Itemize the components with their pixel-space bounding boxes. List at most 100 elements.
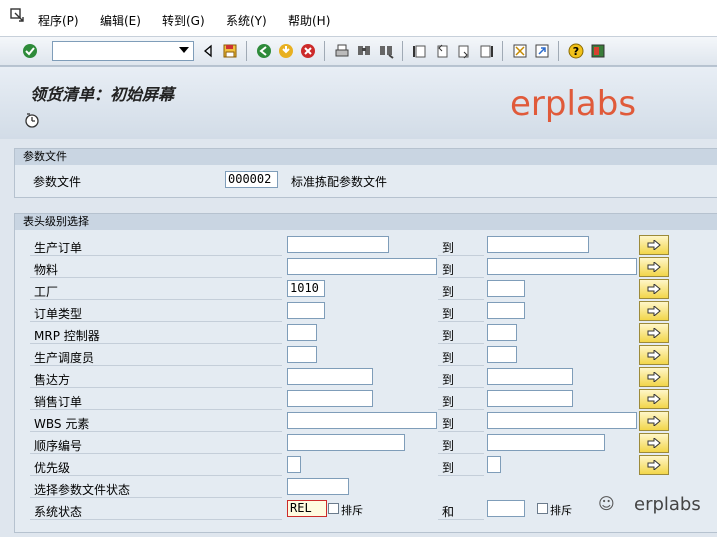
exclude-checkbox[interactable] — [328, 503, 339, 514]
to-input[interactable] — [487, 412, 637, 429]
field-label: 工厂 — [34, 285, 59, 299]
multiple-selection-button[interactable] — [639, 367, 669, 387]
multiple-selection-button[interactable] — [639, 257, 669, 277]
menu-bar: 程序(P) 编辑(E) 转到(G) 系统(Y) 帮助(H) — [0, 0, 717, 36]
enter-check-icon[interactable] — [20, 41, 40, 61]
field-label: 选择参数文件状态 — [34, 483, 131, 497]
multiple-selection-button[interactable] — [639, 455, 669, 475]
row-underline — [30, 387, 282, 388]
field-label: 物料 — [34, 263, 59, 277]
from-input[interactable] — [287, 412, 437, 429]
arrow-right-icon — [647, 306, 661, 316]
execute-icon[interactable] — [24, 112, 40, 131]
help-icon[interactable]: ? — [566, 41, 586, 61]
multiple-selection-button[interactable] — [639, 433, 669, 453]
row-underline — [30, 255, 282, 256]
standard-toolbar: ? — [0, 36, 717, 66]
to-input[interactable] — [487, 434, 605, 451]
from-input[interactable] — [287, 434, 405, 451]
from-input[interactable] — [287, 236, 389, 253]
next-page-icon[interactable] — [454, 41, 474, 61]
multiple-selection-button[interactable] — [639, 279, 669, 299]
back-arrow-icon[interactable] — [198, 41, 218, 61]
menu-goto[interactable]: 转到(G) — [162, 12, 205, 29]
to-input[interactable] — [487, 500, 525, 517]
toolbar-separator — [502, 41, 503, 61]
row-underline — [438, 365, 484, 366]
find-icon[interactable] — [354, 41, 374, 61]
from-input[interactable] — [287, 478, 349, 495]
menu-edit[interactable]: 编辑(E) — [100, 12, 141, 29]
field-label: 售达方 — [34, 373, 71, 387]
row-underline — [438, 387, 484, 388]
to-label: 到 — [442, 373, 455, 387]
field-label: 优先级 — [34, 461, 71, 475]
from-input[interactable] — [287, 368, 373, 385]
to-label: 到 — [442, 395, 455, 409]
to-input[interactable] — [487, 280, 525, 297]
to-input[interactable] — [487, 258, 637, 275]
field-label: 销售订单 — [34, 395, 83, 409]
multiple-selection-button[interactable] — [639, 411, 669, 431]
arrow-right-icon — [647, 416, 661, 426]
find-next-icon[interactable] — [376, 41, 396, 61]
parameter-file-input[interactable]: 000002 — [225, 171, 278, 188]
row-underline — [30, 277, 282, 278]
system-status-input[interactable]: REL — [287, 500, 327, 517]
menu-help[interactable]: 帮助(H) — [288, 12, 330, 29]
exclude-checkbox[interactable] — [537, 503, 548, 514]
first-page-icon[interactable] — [410, 41, 430, 61]
from-input[interactable] — [287, 390, 373, 407]
to-label: 到 — [442, 263, 455, 277]
row-underline — [438, 299, 484, 300]
from-input[interactable]: 1010 — [287, 280, 325, 297]
to-input[interactable] — [487, 368, 573, 385]
to-input[interactable] — [487, 456, 501, 473]
multiple-selection-button[interactable] — [639, 345, 669, 365]
to-input[interactable] — [487, 236, 589, 253]
from-input[interactable] — [287, 456, 301, 473]
command-field[interactable] — [52, 41, 194, 61]
wechat-watermark: erplabs — [634, 494, 701, 515]
new-session-icon[interactable] — [510, 41, 530, 61]
row-underline — [438, 277, 484, 278]
print-icon[interactable] — [332, 41, 352, 61]
multiple-selection-button[interactable] — [639, 323, 669, 343]
exit-icon[interactable] — [276, 41, 296, 61]
shortcut-icon[interactable] — [532, 41, 552, 61]
toolbar-separator — [246, 41, 247, 61]
to-input[interactable] — [487, 390, 573, 407]
row-underline — [30, 453, 282, 454]
back-icon[interactable] — [254, 41, 274, 61]
parameter-file-group: 参数文件 参数文件 000002 标准拣配参数文件 — [14, 148, 717, 198]
to-label: 到 — [442, 285, 455, 299]
from-input[interactable] — [287, 258, 437, 275]
to-input[interactable] — [487, 324, 517, 341]
row-underline — [30, 409, 282, 410]
row-underline — [438, 453, 484, 454]
multiple-selection-button[interactable] — [639, 389, 669, 409]
menu-system[interactable]: 系统(Y) — [226, 12, 267, 29]
layout-menu-icon[interactable] — [588, 41, 608, 61]
multiple-selection-button[interactable] — [639, 235, 669, 255]
to-label: 到 — [442, 439, 455, 453]
cancel-icon[interactable] — [298, 41, 318, 61]
field-label: 顺序编号 — [34, 439, 83, 453]
row-underline — [438, 431, 484, 432]
save-icon[interactable] — [220, 41, 240, 61]
watermark-text: erplabs — [510, 84, 637, 124]
toolbar-separator — [402, 41, 403, 61]
menu-program[interactable]: 程序(P) — [38, 12, 79, 29]
from-input[interactable] — [287, 302, 325, 319]
last-page-icon[interactable] — [476, 41, 496, 61]
from-input[interactable] — [287, 346, 317, 363]
to-input[interactable] — [487, 346, 517, 363]
previous-page-icon[interactable] — [432, 41, 452, 61]
sap-menu-icon[interactable] — [10, 8, 24, 22]
multiple-selection-button[interactable] — [639, 301, 669, 321]
to-input[interactable] — [487, 302, 525, 319]
toolbar-separator — [324, 41, 325, 61]
chevron-down-icon[interactable] — [179, 47, 189, 53]
from-input[interactable] — [287, 324, 317, 341]
row-underline — [438, 409, 484, 410]
